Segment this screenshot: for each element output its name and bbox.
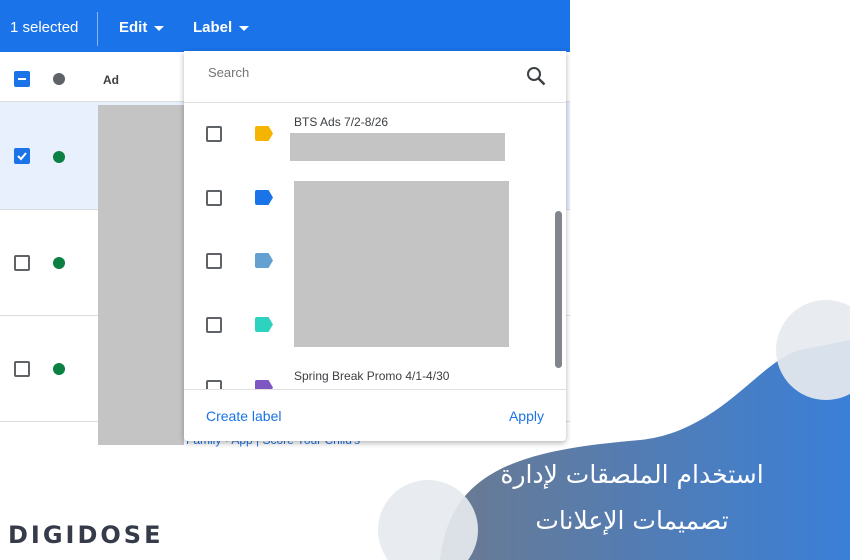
banner-title: استخدام الملصقات لإدارة تصميمات الإعلانا… — [422, 452, 842, 544]
digidose-logo: DIGIDOSE — [8, 521, 164, 549]
banner-title-line: استخدام الملصقات لإدارة — [500, 460, 764, 489]
banner-title-line: تصميمات الإعلانات — [535, 506, 729, 535]
